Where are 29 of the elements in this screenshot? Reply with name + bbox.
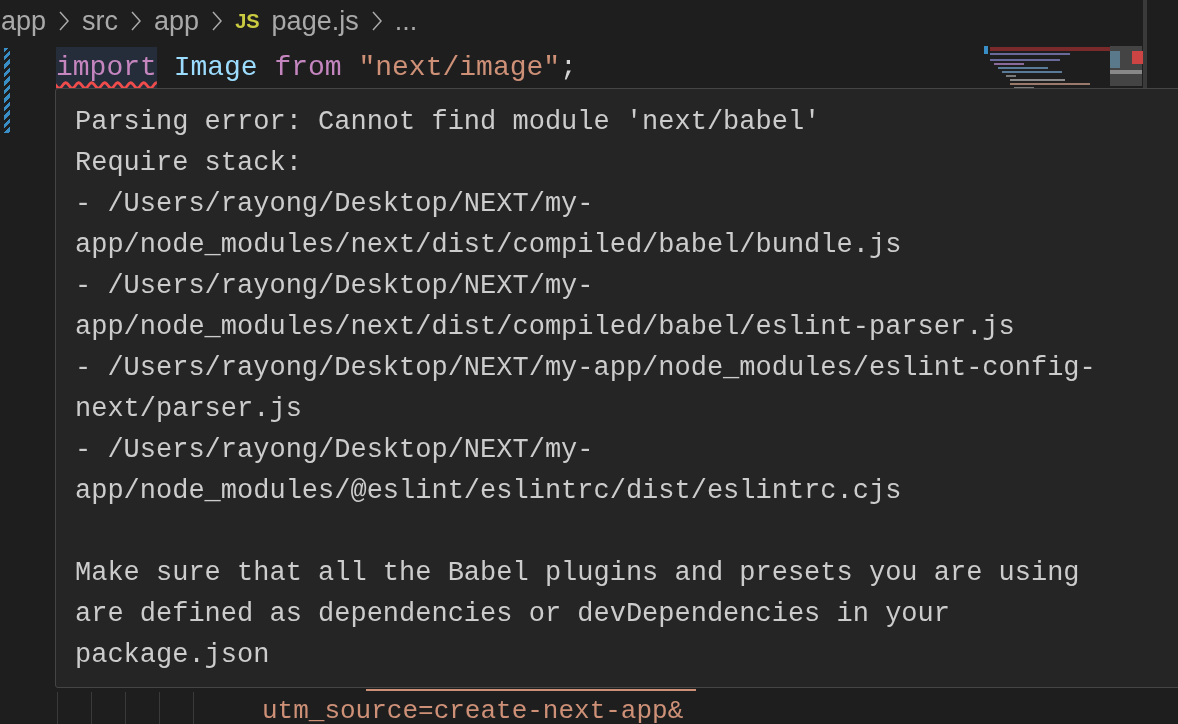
js-file-icon: JS [235,6,260,36]
breadcrumb-item[interactable]: page.js [271,0,359,42]
chevron-icon [211,10,224,32]
code-token: ; [560,51,577,85]
error-message-line: app/node_modules/next/dist/compiled/babel/bundle.js [75,229,902,262]
error-message-line: - /Users/rayong/Desktop/NEXT/my- [75,270,594,303]
breadcrumb-item[interactable]: ... [394,0,418,42]
code-token: import [56,47,157,89]
error-message-line: are defined as dependencies or devDependencies in your [75,598,950,631]
chevron-icon [130,10,143,32]
error-message-line: - /Users/rayong/Desktop/NEXT/my- [75,188,594,221]
error-message-line: - /Users/rayong/Desktop/NEXT/my-app/node_modules/eslint-config- [75,352,1096,385]
error-message-line: Make sure that all the Babel plugins and presets you are using [75,557,1080,590]
chevron-icon [370,10,383,32]
code-token: Image [173,51,258,85]
error-message-line: package.json [75,639,270,672]
error-message-line: app/node_modules/next/dist/compiled/babel/eslint-parser.js [75,311,1015,344]
breadcrumb-item[interactable]: app [154,0,200,42]
error-message-line: app/node_modules/@eslint/eslintrc/dist/eslintrc.cjs [75,475,902,508]
error-message-line: Require stack: [75,147,302,180]
chevron-icon [58,10,71,32]
error-message-line: next/parser.js [75,393,302,426]
code-token: from [274,51,342,85]
breadcrumb-item[interactable]: src [82,0,119,42]
error-message-line: - /Users/rayong/Desktop/NEXT/my- [75,434,594,467]
code-line: utm_source=create-next-app& [262,696,684,724]
breadcrumb-item[interactable]: app [1,0,47,42]
code-token: "next/image" [358,51,561,85]
error-message-line: Parsing error: Cannot find module 'next/babel' [75,106,821,139]
